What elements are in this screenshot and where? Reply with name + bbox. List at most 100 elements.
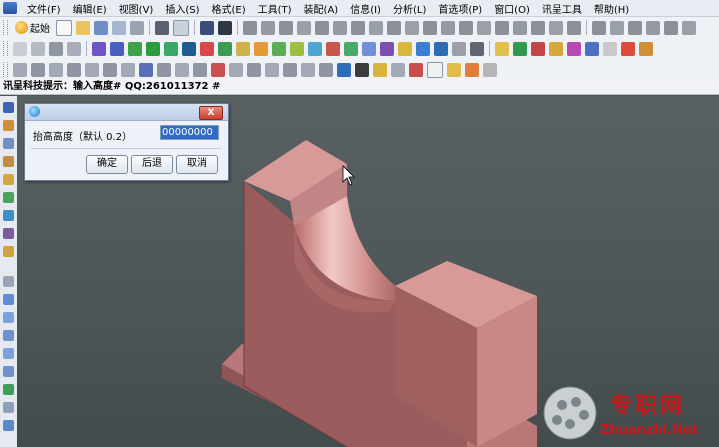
ok-button[interactable]: 确定 [86,155,128,174]
number-3-icon[interactable] [337,62,351,77]
layout-icon[interactable] [3,402,14,413]
menu-info[interactable]: 信息(I) [344,1,387,16]
cube-icon[interactable] [3,312,14,323]
menu-view[interactable]: 视图(V) [113,1,160,16]
boolean-subtract-icon[interactable] [182,41,196,56]
height-input[interactable]: 00000000 [160,125,219,140]
wireframe-icon[interactable] [405,20,419,35]
copy-body-icon[interactable] [319,62,333,77]
menu-assembly[interactable]: 装配(A) [298,1,345,16]
slot-icon[interactable] [308,41,322,56]
blend-icon[interactable] [344,41,358,56]
hidden-edge-icon[interactable] [423,20,437,35]
cube-side-icon[interactable] [3,366,14,377]
drawing-icon[interactable] [447,62,461,77]
groove-icon[interactable] [326,41,340,56]
reuse-library-icon[interactable] [3,156,14,167]
copy-icon[interactable] [173,19,189,36]
toolbar-grip[interactable] [3,20,8,35]
view-top-icon[interactable] [261,20,275,35]
surface-tool-icon[interactable] [610,20,624,35]
menu-format[interactable]: 格式(E) [206,1,252,16]
sketch-icon[interactable] [92,41,106,56]
box-icon[interactable] [247,62,261,77]
constraint-navigator-icon[interactable] [3,120,14,131]
start-button[interactable]: 起始 [15,20,50,35]
save-as-icon[interactable] [112,20,126,35]
datum-axis-icon[interactable] [531,41,545,56]
menu-edit[interactable]: 编辑(E) [67,1,113,16]
view-right-icon[interactable] [297,20,311,35]
menu-analysis[interactable]: 分析(L) [387,1,432,16]
menu-window[interactable]: 窗口(O) [488,1,536,16]
cancel-button[interactable]: 取消 [176,155,218,174]
boss-icon[interactable] [254,41,268,56]
pattern-icon[interactable] [416,41,430,56]
extrude-icon[interactable] [110,41,124,56]
select-filter-icon[interactable] [13,41,27,56]
electrode-icon[interactable] [13,62,27,77]
close-button[interactable]: X [199,106,223,120]
shade-icon[interactable] [49,41,63,56]
part-navigator-icon[interactable] [3,138,14,149]
shaded-edge-icon[interactable] [441,20,455,35]
tag-icon[interactable] [409,62,423,77]
measure-icon[interactable] [664,20,678,35]
menu-insert[interactable]: 插入(S) [159,1,205,16]
rotate-icon[interactable] [549,20,563,35]
hole-icon[interactable] [236,41,250,56]
assembly-navigator-icon[interactable] [3,102,14,113]
sweep-icon[interactable] [146,41,160,56]
split-icon[interactable] [265,62,279,77]
refresh-icon[interactable] [3,384,14,395]
curve-tool-icon[interactable] [592,20,606,35]
snap-icon[interactable] [682,20,696,35]
lower-height-icon[interactable] [229,62,243,77]
toolbar-grip[interactable] [3,62,8,77]
screw-icon[interactable] [175,62,189,77]
color-icon[interactable] [621,41,635,56]
csys-icon[interactable] [549,41,563,56]
hd3d-tools-icon[interactable] [3,174,14,185]
runner-icon[interactable] [157,62,171,77]
replace-face-icon[interactable] [283,62,297,77]
slider-icon[interactable] [85,62,99,77]
pencil-icon[interactable] [465,62,479,77]
back-button[interactable]: 后退 [131,155,173,174]
view-back-icon[interactable] [333,20,347,35]
offset-face-icon[interactable] [470,41,484,56]
edit-feature-icon[interactable] [646,20,660,35]
block-icon[interactable] [200,41,214,56]
parting-icon[interactable] [49,62,63,77]
menu-preferences[interactable]: 首选项(P) [432,1,488,16]
shell-icon[interactable] [380,41,394,56]
print-icon[interactable] [130,20,144,35]
pin-icon[interactable] [193,62,207,77]
datum-plane-icon[interactable] [513,41,527,56]
view-left-icon[interactable] [315,20,329,35]
menu-tools[interactable]: 工具(T) [252,1,298,16]
section-icon[interactable] [495,20,509,35]
chamfer-icon[interactable] [362,41,376,56]
trim-body-icon[interactable] [452,41,466,56]
feature-tool-icon[interactable] [628,20,642,35]
ejector-icon[interactable] [103,62,117,77]
magic-icon[interactable] [483,62,497,77]
view-tool-icon[interactable] [3,294,14,305]
settings-icon[interactable] [3,420,14,431]
web-browser-icon[interactable] [3,192,14,203]
menu-help[interactable]: 帮助(H) [588,1,635,16]
delete-face-icon[interactable] [301,62,315,77]
number-4-icon[interactable] [355,62,369,77]
toolbar-grip[interactable] [3,41,8,56]
dialog-titlebar[interactable]: X [25,104,228,121]
point-icon[interactable] [567,41,581,56]
process-studio-icon[interactable] [3,246,14,257]
pan-icon[interactable] [567,20,581,35]
draft-icon[interactable] [398,41,412,56]
roles-icon[interactable] [3,276,14,287]
note-icon[interactable] [603,41,617,56]
table-icon[interactable] [391,62,405,77]
insert-icon[interactable] [67,62,81,77]
gate-icon[interactable] [139,62,153,77]
